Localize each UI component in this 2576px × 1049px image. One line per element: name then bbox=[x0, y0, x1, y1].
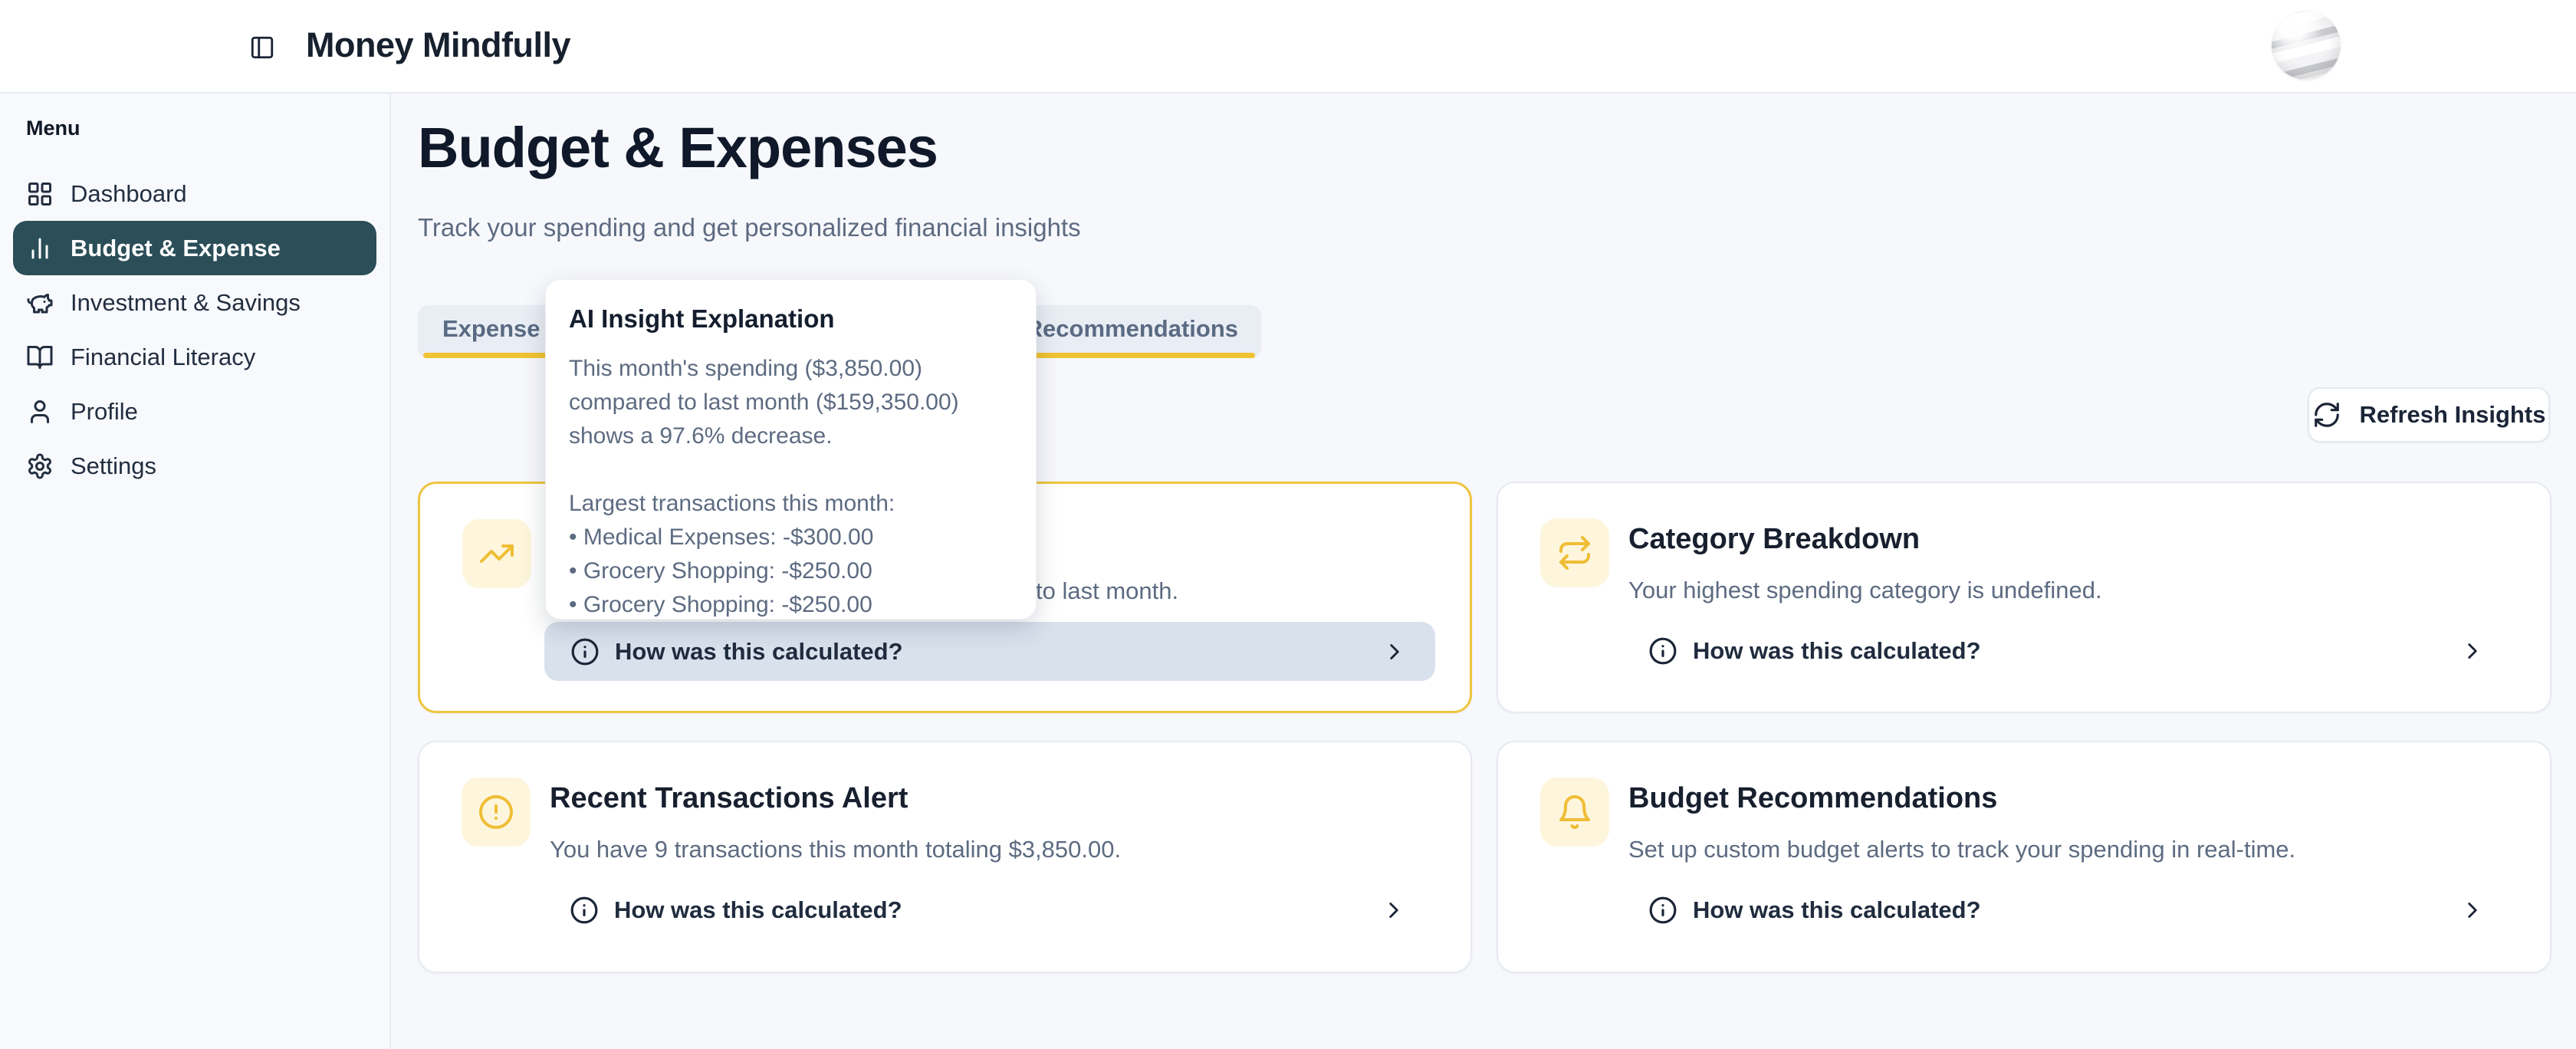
panel-left-icon bbox=[249, 35, 275, 61]
sidebar: Menu Dashboard Budget & Expense Investme… bbox=[0, 94, 391, 1049]
chevron-right-icon bbox=[1381, 897, 1407, 923]
card-description: You have 9 transactions this month total… bbox=[550, 836, 1121, 863]
chevron-right-icon bbox=[1382, 639, 1408, 665]
sidebar-item-budget-expense[interactable]: Budget & Expense bbox=[13, 221, 376, 275]
how-calculated-label: How was this calculated? bbox=[1693, 896, 1981, 924]
tooltip-body: This month's spending ($3,850.00) compar… bbox=[569, 352, 1013, 453]
bell-icon bbox=[1540, 778, 1609, 847]
card-title: Budget Recommendations bbox=[1628, 782, 1997, 815]
how-calculated-label: How was this calculated? bbox=[614, 896, 902, 924]
alert-circle-icon bbox=[462, 778, 531, 847]
card-description: Your highest spending category is undefi… bbox=[1628, 577, 2102, 604]
card-category-breakdown: Category Breakdown Your highest spending… bbox=[1497, 482, 2551, 713]
refresh-insights-label: Refresh Insights bbox=[2360, 401, 2546, 429]
info-icon bbox=[1648, 896, 1677, 925]
sidebar-item-settings[interactable]: Settings bbox=[13, 439, 376, 493]
refresh-icon bbox=[2312, 400, 2341, 429]
app-header: Money Mindfully bbox=[0, 0, 2576, 94]
how-calculated-label: How was this calculated? bbox=[1693, 637, 1981, 665]
card-title: Recent Transactions Alert bbox=[550, 782, 908, 815]
chevron-right-icon bbox=[2459, 638, 2486, 664]
book-open-icon bbox=[26, 344, 54, 371]
tooltip-list-intro: Largest transactions this month: bbox=[569, 487, 1013, 521]
card-recent-transactions-alert: Recent Transactions Alert You have 9 tra… bbox=[418, 741, 1472, 973]
chevron-right-icon bbox=[2459, 897, 2486, 923]
app-title: Money Mindfully bbox=[306, 25, 570, 65]
repeat-icon bbox=[1540, 518, 1609, 587]
info-icon bbox=[1648, 636, 1677, 666]
sidebar-item-label: Profile bbox=[71, 398, 138, 426]
list-item: Medical Expenses: -$300.00 bbox=[569, 521, 1013, 554]
how-calculated-row[interactable]: How was this calculated? bbox=[1622, 880, 2513, 939]
gear-icon bbox=[26, 452, 54, 480]
list-item: Grocery Shopping: -$250.00 bbox=[569, 554, 1013, 588]
card-description: to last month. bbox=[1036, 577, 1178, 605]
refresh-insights-button[interactable]: Refresh Insights bbox=[2308, 387, 2550, 442]
sidebar-item-profile[interactable]: Profile bbox=[13, 384, 376, 439]
trending-up-icon bbox=[462, 519, 531, 588]
card-title: Category Breakdown bbox=[1628, 523, 1920, 556]
list-item: Grocery Shopping: -$250.00 bbox=[569, 588, 1013, 622]
user-icon bbox=[26, 398, 54, 426]
sidebar-item-investment-savings[interactable]: Investment & Savings bbox=[13, 275, 376, 330]
layout-grid-icon bbox=[26, 180, 54, 208]
sidebar-item-label: Financial Literacy bbox=[71, 344, 255, 371]
how-calculated-row[interactable]: How was this calculated? bbox=[1622, 621, 2513, 680]
how-calculated-row[interactable]: How was this calculated? bbox=[544, 880, 1434, 939]
sidebar-item-label: Investment & Savings bbox=[71, 289, 301, 317]
info-icon bbox=[570, 896, 599, 925]
info-icon bbox=[570, 637, 600, 666]
piggy-bank-icon bbox=[26, 289, 54, 317]
avatar[interactable] bbox=[2272, 11, 2341, 80]
page-subtitle: Track your spending and get personalized… bbox=[418, 213, 1081, 242]
sidebar-item-dashboard[interactable]: Dashboard bbox=[13, 166, 376, 221]
sidebar-item-label: Dashboard bbox=[71, 180, 187, 208]
how-calculated-label: How was this calculated? bbox=[615, 638, 903, 666]
card-description: Set up custom budget alerts to track you… bbox=[1628, 836, 2295, 863]
sidebar-menu-label: Menu bbox=[13, 117, 376, 140]
sidebar-item-label: Settings bbox=[71, 452, 156, 480]
app-root: Money Mindfully Menu Dashboard Budget & … bbox=[0, 0, 2576, 1049]
ai-insight-tooltip: AI Insight Explanation This month's spen… bbox=[545, 279, 1037, 620]
tooltip-transaction-list: Medical Expenses: -$300.00 Grocery Shopp… bbox=[569, 521, 1013, 622]
page-title: Budget & Expenses bbox=[418, 115, 938, 180]
bar-chart-icon bbox=[26, 235, 54, 262]
card-budget-recommendations: Budget Recommendations Set up custom bud… bbox=[1497, 741, 2551, 973]
sidebar-item-label: Budget & Expense bbox=[71, 235, 281, 262]
tooltip-title: AI Insight Explanation bbox=[569, 304, 1013, 334]
sidebar-item-financial-literacy[interactable]: Financial Literacy bbox=[13, 330, 376, 384]
how-calculated-row[interactable]: How was this calculated? bbox=[544, 622, 1435, 681]
sidebar-toggle-button[interactable] bbox=[244, 29, 281, 66]
